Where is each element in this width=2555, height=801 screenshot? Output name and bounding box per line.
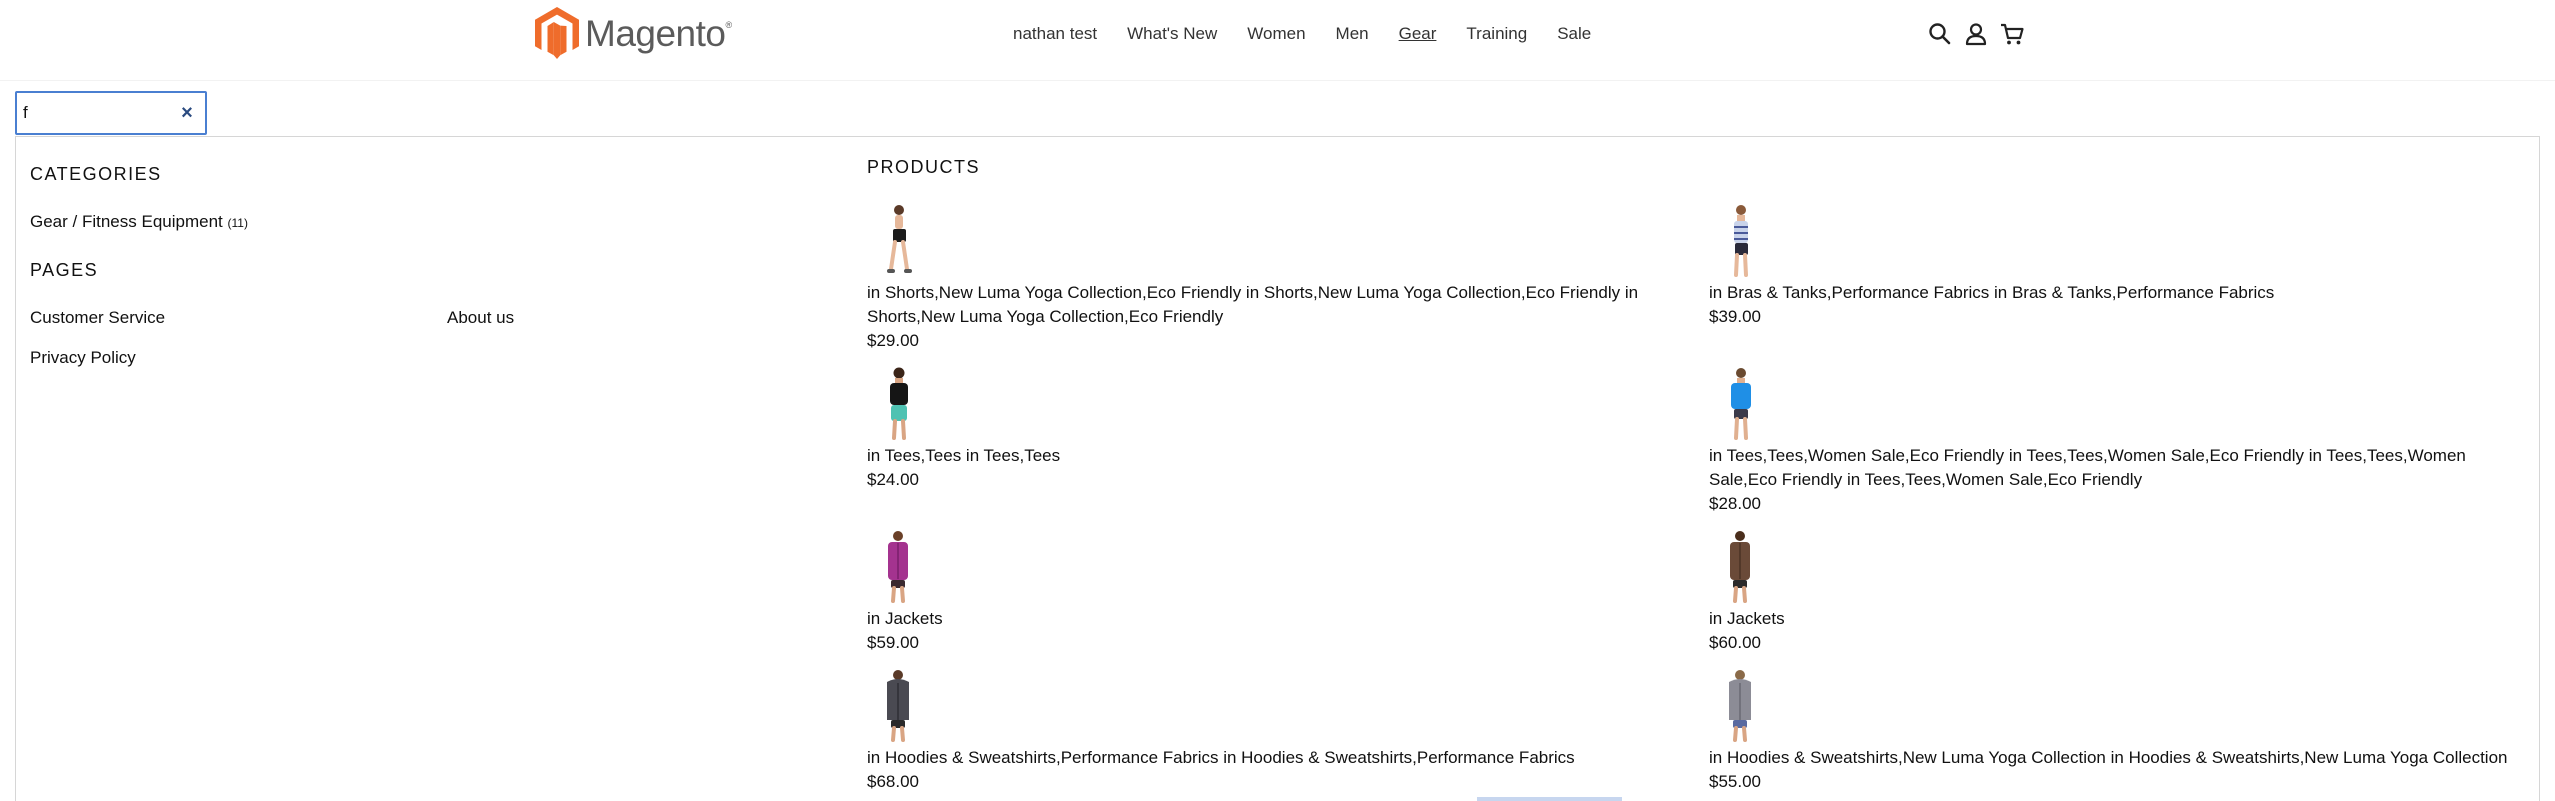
product-item[interactable]: in Jackets $60.00 xyxy=(1709,529,2529,655)
product-item[interactable]: in Tees,Tees,Women Sale,Eco Friendly in … xyxy=(1709,366,2529,516)
product-image-woman-in-grey-hoodie xyxy=(1729,670,1751,742)
product-item[interactable]: in Jackets $59.00 xyxy=(867,529,1687,655)
product-price: $55.00 xyxy=(1709,772,1761,791)
product-image-woman-in-purple-jacket xyxy=(888,531,908,603)
magento-logo-icon xyxy=(535,7,579,59)
search-box: × xyxy=(15,91,207,135)
main-navigation: nathan test What's New Women Men Gear Tr… xyxy=(1013,24,1621,44)
product-item[interactable]: in Shorts,New Luma Yoga Collection,Eco F… xyxy=(867,203,1707,353)
page-item-privacy-policy[interactable]: Privacy Policy xyxy=(30,348,136,368)
product-image-woman-in-dark-hoodie xyxy=(887,670,909,742)
category-label: Gear / Fitness Equipment xyxy=(30,212,223,231)
product-price: $39.00 xyxy=(1709,307,1761,326)
product-image-woman-in-black-tee xyxy=(890,367,908,440)
product-item[interactable]: in Bras & Tanks,Performance Fabrics in B… xyxy=(1709,203,2529,329)
category-count: (11) xyxy=(227,216,248,230)
search-autocomplete-panel: CATEGORIES Gear / Fitness Equipment (11)… xyxy=(15,136,2540,801)
page-item-about-us[interactable]: About us xyxy=(447,308,514,328)
product-description: in Tees,Tees in Tees,Tees xyxy=(867,446,1061,465)
logo-wordmark: Magento® xyxy=(585,15,732,52)
product-item[interactable]: in Hoodies & Sweatshirts,Performance Fab… xyxy=(867,668,1687,794)
logo-name: Magento xyxy=(585,12,726,54)
underlying-page-element xyxy=(1477,797,1622,801)
pages-title: PAGES xyxy=(30,260,99,280)
nav-item-nathan-test[interactable]: nathan test xyxy=(1013,24,1097,44)
header-actions xyxy=(1927,21,2035,47)
product-item[interactable]: in Hoodies & Sweatshirts,New Luma Yoga C… xyxy=(1709,668,2529,794)
nav-item-training[interactable]: Training xyxy=(1466,24,1527,44)
search-icon[interactable] xyxy=(1927,21,1953,47)
product-price: $24.00 xyxy=(867,470,919,489)
product-description: in Bras & Tanks,Performance Fabrics in B… xyxy=(1709,283,2275,302)
nav-item-sale[interactable]: Sale xyxy=(1557,24,1591,44)
product-description: in Tees,Tees,Women Sale,Eco Friendly in … xyxy=(1709,446,2466,489)
product-price: $29.00 xyxy=(867,331,919,350)
product-description: in Hoodies & Sweatshirts,Performance Fab… xyxy=(867,748,1575,767)
cart-icon[interactable] xyxy=(1999,21,2025,47)
product-image-woman-in-blue-tee xyxy=(1731,368,1751,440)
product-price: $59.00 xyxy=(867,633,919,652)
search-input[interactable] xyxy=(23,102,173,124)
page-item-customer-service[interactable]: Customer Service xyxy=(30,308,165,328)
product-description: in Jackets xyxy=(867,609,943,628)
product-description: in Jackets xyxy=(1709,609,1785,628)
product-price: $60.00 xyxy=(1709,633,1761,652)
nav-item-whats-new[interactable]: What's New xyxy=(1127,24,1217,44)
product-description: in Hoodies & Sweatshirts,New Luma Yoga C… xyxy=(1709,748,2508,767)
products-title: PRODUCTS xyxy=(867,157,981,177)
nav-item-women[interactable]: Women xyxy=(1247,24,1305,44)
product-image-woman-in-striped-tank xyxy=(1734,205,1748,277)
product-price: $28.00 xyxy=(1709,494,1761,513)
clear-search-icon[interactable]: × xyxy=(178,103,196,123)
product-description: in Shorts,New Luma Yoga Collection,Eco F… xyxy=(867,283,1639,326)
magento-logo[interactable]: Magento® xyxy=(535,7,732,59)
nav-item-men[interactable]: Men xyxy=(1336,24,1369,44)
nav-item-gear[interactable]: Gear xyxy=(1399,24,1437,44)
product-image-woman-in-shorts xyxy=(887,205,912,273)
account-icon[interactable] xyxy=(1963,21,1989,47)
product-item[interactable]: in Tees,Tees in Tees,Tees $24.00 xyxy=(867,366,1687,492)
site-header: Magento® nathan test What's New Women Me… xyxy=(0,0,2555,81)
categories-title: CATEGORIES xyxy=(30,164,162,184)
product-price: $68.00 xyxy=(867,772,919,791)
logo-trademark: ® xyxy=(725,19,733,30)
category-item-gear-fitness-equipment[interactable]: Gear / Fitness Equipment (11) xyxy=(30,212,248,232)
product-image-woman-in-brown-jacket xyxy=(1730,531,1750,603)
